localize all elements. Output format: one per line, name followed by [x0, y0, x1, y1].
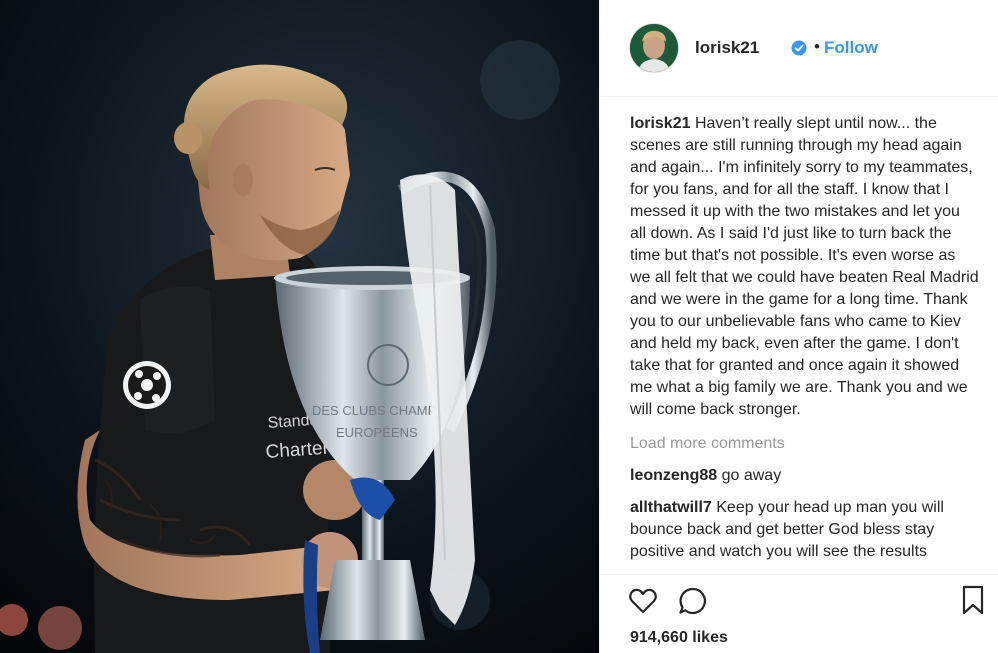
load-more-comments-button[interactable]: Load more comments	[630, 433, 980, 455]
comment-item: allthatwill7 Keep your head up man you w…	[630, 497, 980, 563]
caption-username[interactable]: lorisk21	[630, 115, 690, 132]
author-username[interactable]: lorisk21	[695, 38, 759, 58]
comment-item: leonzeng88 go away	[630, 465, 980, 487]
avatar-image	[630, 24, 678, 72]
heart-icon[interactable]	[627, 585, 659, 617]
comment-text: go away	[721, 467, 782, 484]
comment-username[interactable]: allthatwill7	[630, 499, 712, 516]
comments-list[interactable]: lorisk21 Haven’t really slept until now.…	[630, 113, 980, 573]
save-bookmark-icon[interactable]	[957, 584, 989, 616]
comment-username[interactable]: leonzeng88	[630, 467, 717, 484]
post-photo[interactable]: Standard Chartered DES CLUBS CHAMP EUROP…	[0, 0, 599, 653]
separator-dot: •	[814, 37, 820, 56]
photo-illustration: Standard Chartered DES CLUBS CHAMP EUROP…	[0, 0, 599, 653]
post-details-panel: lorisk21 • Follow lorisk21 Haven’t reall…	[599, 0, 998, 653]
post-actions-bar: 914,660 likes	[600, 574, 998, 653]
verified-badge-icon	[791, 40, 807, 56]
likes-count[interactable]: 914,660 likes	[630, 629, 728, 647]
instagram-post-modal: Standard Chartered DES CLUBS CHAMP EUROP…	[0, 0, 998, 653]
follow-button[interactable]: Follow	[824, 38, 878, 58]
caption-text: Haven’t really slept until now... the sc…	[630, 115, 979, 418]
svg-text:DES CLUBS CHAMP: DES CLUBS CHAMP	[312, 403, 436, 418]
comment-bubble-icon[interactable]	[677, 585, 709, 617]
post-header: lorisk21 • Follow	[600, 0, 998, 97]
svg-text:EUROPÉENS: EUROPÉENS	[336, 425, 418, 440]
avatar[interactable]	[629, 23, 679, 73]
post-caption: lorisk21 Haven’t really slept until now.…	[630, 113, 980, 421]
